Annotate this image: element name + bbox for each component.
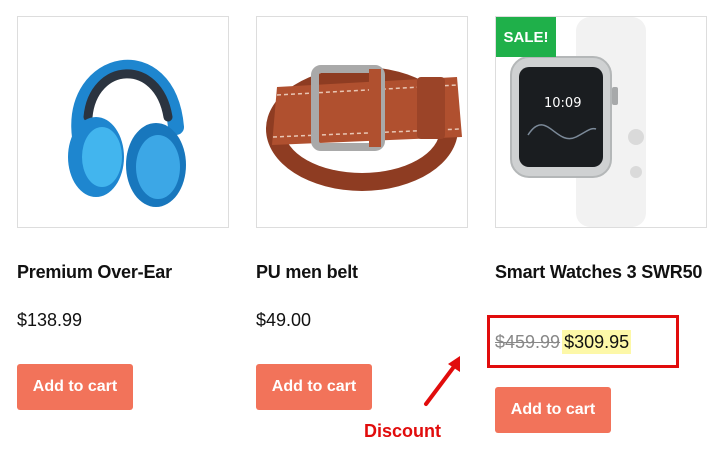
discount-highlight-box (487, 315, 679, 368)
watch-time: 10:09 (544, 96, 581, 111)
add-to-cart-button[interactable]: Add to cart (256, 364, 372, 410)
add-to-cart-button[interactable]: Add to cart (17, 364, 133, 410)
product-card: PU men belt $49.00 Add to cart (256, 16, 468, 410)
product-price: $49.00 (256, 310, 312, 330)
belt-icon (266, 65, 462, 191)
product-image[interactable] (256, 16, 468, 228)
add-to-cart-button[interactable]: Add to cart (495, 387, 611, 433)
product-title[interactable]: PU men belt (256, 260, 468, 284)
product-image[interactable] (17, 16, 229, 228)
product-title[interactable]: Smart Watches 3 SWR50 (495, 260, 707, 284)
product-price: $138.99 (17, 310, 83, 330)
product-image[interactable]: SALE! 10:09 (495, 16, 707, 228)
product-card: Premium Over-Ear $138.99 Add to cart (17, 16, 229, 410)
arrow-icon (424, 356, 460, 406)
headphones-icon (68, 59, 186, 207)
product-title[interactable]: Premium Over-Ear (17, 260, 229, 284)
discount-annotation-label: Discount (364, 421, 442, 441)
product-card: SALE! 10:09 Smart Watches 3 SWR50 $459.9… (495, 16, 707, 433)
sale-badge: SALE! (496, 17, 556, 57)
